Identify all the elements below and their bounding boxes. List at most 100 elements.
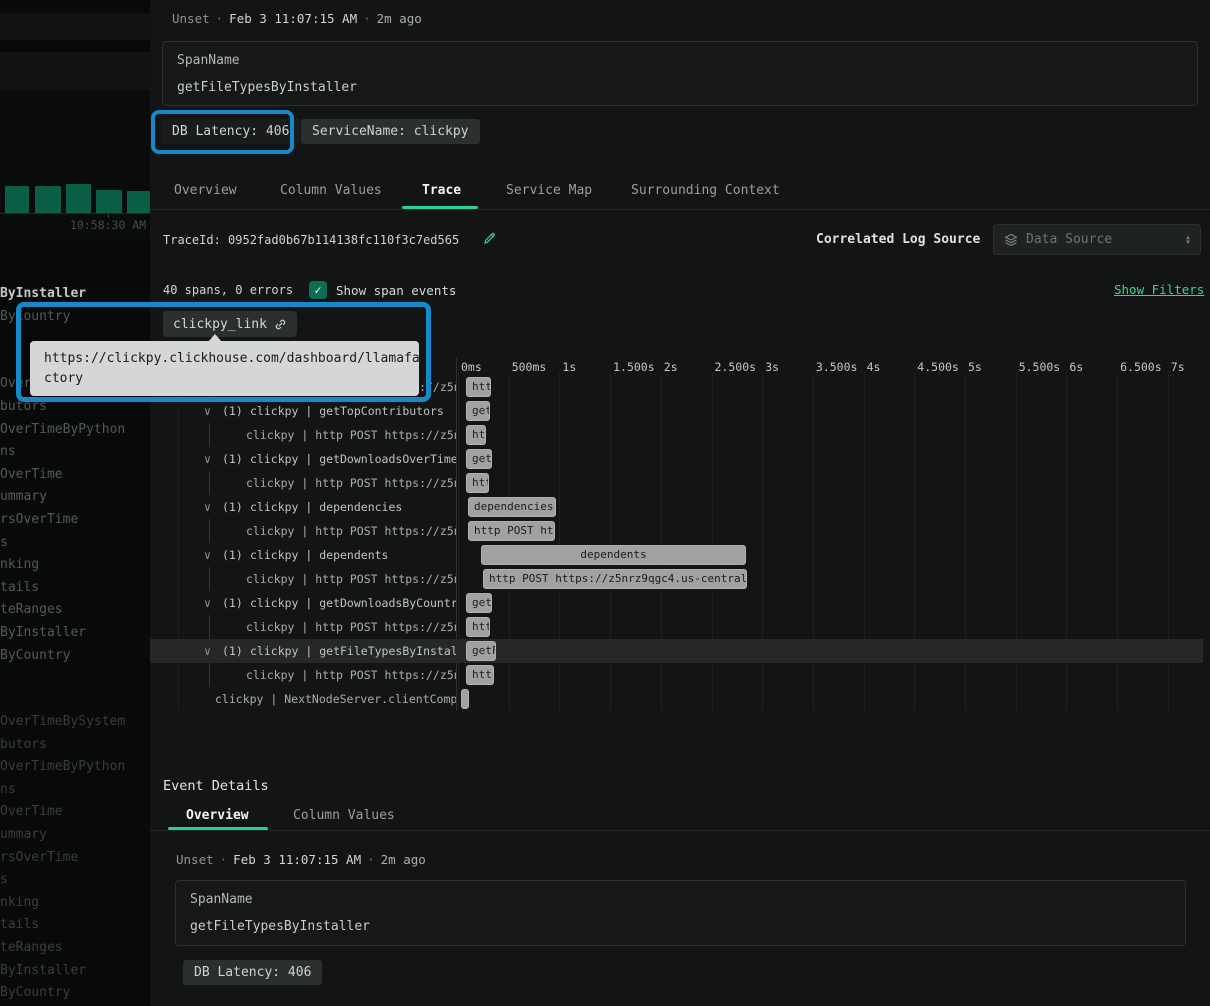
tree-guide-line — [209, 519, 210, 543]
span-duration-bar[interactable]: dependents — [481, 545, 746, 565]
span-duration-bar[interactable]: http — [466, 377, 491, 397]
trace-span-row[interactable]: clickpy | http POST https://z5nrz9 http — [150, 471, 1203, 495]
span-duration-bar[interactable]: getDownloadsOverTimeBySystem — [466, 449, 492, 469]
chevron-down-icon[interactable]: ∨ — [204, 399, 211, 423]
span-duration-bar[interactable]: getFileTypesByInstaller — [466, 641, 496, 661]
sidebar-item[interactable]: rsOverTime — [0, 850, 150, 873]
sidebar-item[interactable]: ByInstaller — [0, 286, 150, 309]
sidebar-item[interactable]: OverTimeByPython — [0, 422, 150, 445]
clickpy-link-chip[interactable]: clickpy_link — [163, 311, 297, 337]
tab-service-map[interactable]: Service Map — [506, 183, 592, 209]
span-row-label[interactable]: clickpy | http POST https://z5nrz9 — [150, 567, 456, 591]
dot-separator: · — [214, 852, 234, 867]
show-filters-link[interactable]: Show Filters — [1114, 282, 1204, 297]
span-row-label[interactable]: ∨(1)clickpy | getFileTypesByInstaller — [150, 639, 456, 663]
sidebar-item[interactable]: ns — [0, 444, 150, 467]
chevron-down-icon[interactable]: ∨ — [204, 543, 211, 567]
sidebar-item[interactable]: ns — [0, 782, 150, 805]
sidebar-item[interactable]: s — [0, 535, 150, 558]
sidebar-item[interactable]: nking — [0, 557, 150, 580]
span-duration-bar[interactable]: http — [466, 425, 486, 445]
trace-id-label: TraceId: 0952fad0b67b114138fc110f3c7ed56… — [163, 233, 459, 247]
tooltip-arrow — [208, 334, 222, 342]
span-row-label[interactable]: clickpy | http POST https://z5nrz9 — [150, 519, 456, 543]
trace-span-row[interactable]: clickpy | http POST https://z5nrz9 http — [150, 663, 1203, 687]
event-tab-column-values[interactable]: Column Values — [293, 808, 395, 823]
sidebar-item[interactable]: s — [0, 872, 150, 895]
trace-span-row[interactable]: ∨(1)clickpy | getFileTypesByInstaller get… — [150, 639, 1203, 663]
sidebar-item[interactable]: butors — [0, 737, 150, 760]
span-duration-bar[interactable]: dependencies — [468, 497, 556, 517]
span-row-label[interactable]: clickpy | http POST https://z5nrz9 — [150, 423, 456, 447]
span-row-label[interactable]: ∨(1)clickpy | dependents — [150, 543, 456, 567]
span-row-label[interactable]: clickpy | http POST https://z5nrz9 — [150, 615, 456, 639]
span-row-label[interactable]: ∨(1)clickpy | getDownloadsOverTimeBySyst… — [150, 447, 456, 471]
trace-span-row[interactable]: ∨(1)clickpy | getDownloadsByCountry getDo… — [150, 591, 1203, 615]
sidebar-item[interactable]: tails — [0, 917, 150, 940]
span-duration-bar[interactable]: getTopContributors — [466, 401, 490, 421]
trace-span-row[interactable]: clickpy | NextNodeServer.clientCompone — [150, 687, 1203, 711]
trace-span-row[interactable]: ∨(1)clickpy | dependents dependents — [150, 543, 1203, 567]
event-tab-overview[interactable]: Overview — [186, 808, 249, 823]
span-duration-bar[interactable]: getDownloadsByCountry — [466, 593, 492, 613]
trace-span-row[interactable]: clickpy | http POST https://z5nrz9 http — [150, 423, 1203, 447]
service-name-badge[interactable]: ServiceName: clickpy — [301, 119, 480, 144]
span-duration-bar[interactable]: http POST https://z5nrz9qgc4.us-central — [483, 569, 747, 589]
span-duration-bar[interactable]: http POST https://z5nrz9qgc4.us-central — [468, 521, 555, 541]
sidebar-item[interactable]: OverTimeBySystem — [0, 714, 150, 737]
dot-separator: · — [210, 11, 230, 26]
show-span-events-checkbox[interactable]: ✓ — [309, 281, 327, 299]
db-latency-badge[interactable]: DB Latency: 406 — [161, 119, 300, 144]
span-name-value: getFileTypesByInstaller — [190, 919, 370, 934]
sidebar-item[interactable]: ByInstaller — [0, 625, 150, 648]
span-row-label[interactable]: clickpy | http POST https://z5nrz9 — [150, 471, 456, 495]
span-row-label[interactable]: ∨(1)clickpy | getDownloadsByCountry — [150, 591, 456, 615]
sidebar-item[interactable]: nking — [0, 895, 150, 918]
chevron-down-icon[interactable]: ∨ — [204, 495, 211, 519]
tree-guide-line — [209, 567, 210, 591]
sidebar-item[interactable]: teRanges — [0, 940, 150, 963]
trace-span-row[interactable]: clickpy | http POST https://z5nrz9 http P… — [150, 567, 1203, 591]
span-row-label[interactable]: ∨(1)clickpy | dependencies — [150, 495, 456, 519]
span-name-key: SpanName — [190, 892, 253, 907]
span-label-text: clickpy | getDownloadsByCountry — [250, 591, 456, 615]
span-duration-bar[interactable]: http — [466, 617, 490, 637]
mini-bar-chart: 10:58:30 AM — [0, 90, 150, 240]
trace-waterfall: clickpy | http POST https://z5nrz9http∨(… — [150, 375, 1210, 711]
trace-span-row[interactable]: clickpy | http POST https://z5nrz9 http P… — [150, 519, 1203, 543]
sidebar-item[interactable]: butors — [0, 399, 150, 422]
trace-span-row[interactable]: clickpy | http POST https://z5nrz9 http — [150, 615, 1203, 639]
trace-span-row[interactable]: ∨(1)clickpy | dependencies dependencies — [150, 495, 1203, 519]
span-row-label[interactable]: ∨(1)clickpy | getTopContributors — [150, 399, 456, 423]
span-duration-bar[interactable]: http — [466, 473, 489, 493]
sidebar-item[interactable]: ByCountry — [0, 985, 150, 1006]
span-duration-bar[interactable] — [461, 689, 469, 709]
sidebar-item[interactable]: ByCountry — [0, 309, 150, 332]
sidebar-item[interactable]: OverTimeByPython — [0, 759, 150, 782]
span-duration-bar[interactable]: http — [466, 665, 494, 685]
sidebar-item[interactable]: teRanges — [0, 602, 150, 625]
tab-overview[interactable]: Overview — [174, 183, 237, 209]
chevron-down-icon[interactable]: ∨ — [204, 447, 211, 471]
tab-surrounding-context[interactable]: Surrounding Context — [631, 183, 780, 209]
event-db-latency-badge[interactable]: DB Latency: 406 — [183, 960, 322, 985]
chevron-down-icon[interactable]: ∨ — [204, 591, 211, 615]
trace-span-row[interactable]: ∨(1)clickpy | getDownloadsOverTimeBySyst… — [150, 447, 1203, 471]
sidebar-item[interactable]: ByCountry — [0, 648, 150, 671]
sidebar-item[interactable]: OverTime — [0, 467, 150, 490]
edit-pencil-icon[interactable] — [482, 231, 497, 246]
sidebar-item[interactable]: ummary — [0, 489, 150, 512]
show-span-events-label[interactable]: Show span events — [336, 283, 456, 298]
data-source-select[interactable]: Data Source ▲▼ — [993, 224, 1201, 255]
sidebar-item[interactable]: tails — [0, 580, 150, 603]
sidebar-item[interactable]: rsOverTime — [0, 512, 150, 535]
trace-span-row[interactable]: ∨(1)clickpy | getTopContributorsgetTopCo… — [150, 399, 1203, 423]
relative-time: 2m ago — [381, 852, 426, 867]
span-row-label[interactable]: clickpy | NextNodeServer.clientCompone — [150, 687, 456, 711]
sidebar-item[interactable]: ByInstaller — [0, 963, 150, 986]
tree-guide-line — [209, 615, 210, 639]
chevron-down-icon[interactable]: ∨ — [204, 639, 211, 663]
span-child-count: (1) — [222, 399, 243, 423]
tab-column-values[interactable]: Column Values — [280, 183, 382, 209]
span-row-label[interactable]: clickpy | http POST https://z5nrz9 — [150, 663, 456, 687]
